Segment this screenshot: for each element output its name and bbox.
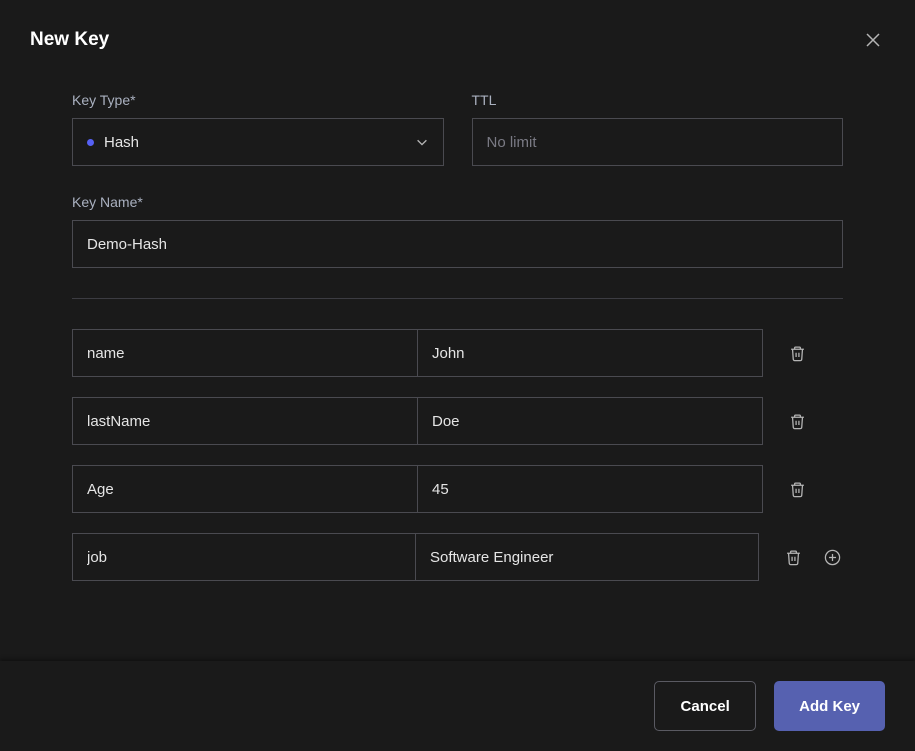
modal-footer: Cancel Add Key (0, 661, 915, 751)
hash-fields-list (72, 329, 843, 581)
hash-field-name-input[interactable] (72, 465, 417, 513)
trash-icon (789, 345, 806, 362)
hash-field-row (72, 329, 843, 377)
ttl-group: TTL (472, 92, 844, 166)
key-type-group: Key Type* Hash (72, 92, 444, 166)
modal-body: Key Type* Hash TTL (0, 72, 915, 661)
hash-field-value-input[interactable] (417, 397, 763, 445)
hash-field-name-input[interactable] (72, 533, 415, 581)
key-type-label: Key Type* (72, 92, 444, 108)
add-field-button[interactable] (822, 547, 843, 568)
key-type-value: Hash (104, 134, 139, 151)
cancel-button[interactable]: Cancel (654, 681, 756, 731)
hash-field-row (72, 465, 843, 513)
delete-field-button[interactable] (787, 479, 808, 500)
hash-field-row (72, 533, 843, 581)
plus-circle-icon (824, 549, 841, 566)
trash-icon (789, 413, 806, 430)
delete-field-button[interactable] (787, 343, 808, 364)
divider (72, 298, 843, 299)
trash-icon (789, 481, 806, 498)
modal-header: New Key (0, 0, 915, 72)
delete-field-button[interactable] (783, 547, 804, 568)
hash-field-value-input[interactable] (415, 533, 759, 581)
hash-field-value-input[interactable] (417, 465, 763, 513)
key-type-select[interactable]: Hash (72, 118, 444, 166)
chevron-down-icon (415, 135, 429, 149)
modal-title: New Key (30, 29, 109, 51)
add-key-button[interactable]: Add Key (774, 681, 885, 731)
key-name-group: Key Name* (72, 194, 843, 268)
hash-field-value-input[interactable] (417, 329, 763, 377)
hash-field-name-input[interactable] (72, 397, 417, 445)
key-name-input[interactable] (72, 220, 843, 268)
ttl-input[interactable] (472, 118, 844, 166)
hash-field-row (72, 397, 843, 445)
close-button[interactable] (861, 28, 885, 52)
delete-field-button[interactable] (787, 411, 808, 432)
ttl-label: TTL (472, 92, 844, 108)
hash-field-name-input[interactable] (72, 329, 417, 377)
trash-icon (785, 549, 802, 566)
hash-type-indicator-icon (87, 139, 94, 146)
close-icon (865, 32, 881, 48)
row-type-ttl: Key Type* Hash TTL (72, 92, 843, 166)
new-key-modal: New Key Key Type* Hash (0, 0, 915, 751)
key-name-label: Key Name* (72, 194, 843, 210)
